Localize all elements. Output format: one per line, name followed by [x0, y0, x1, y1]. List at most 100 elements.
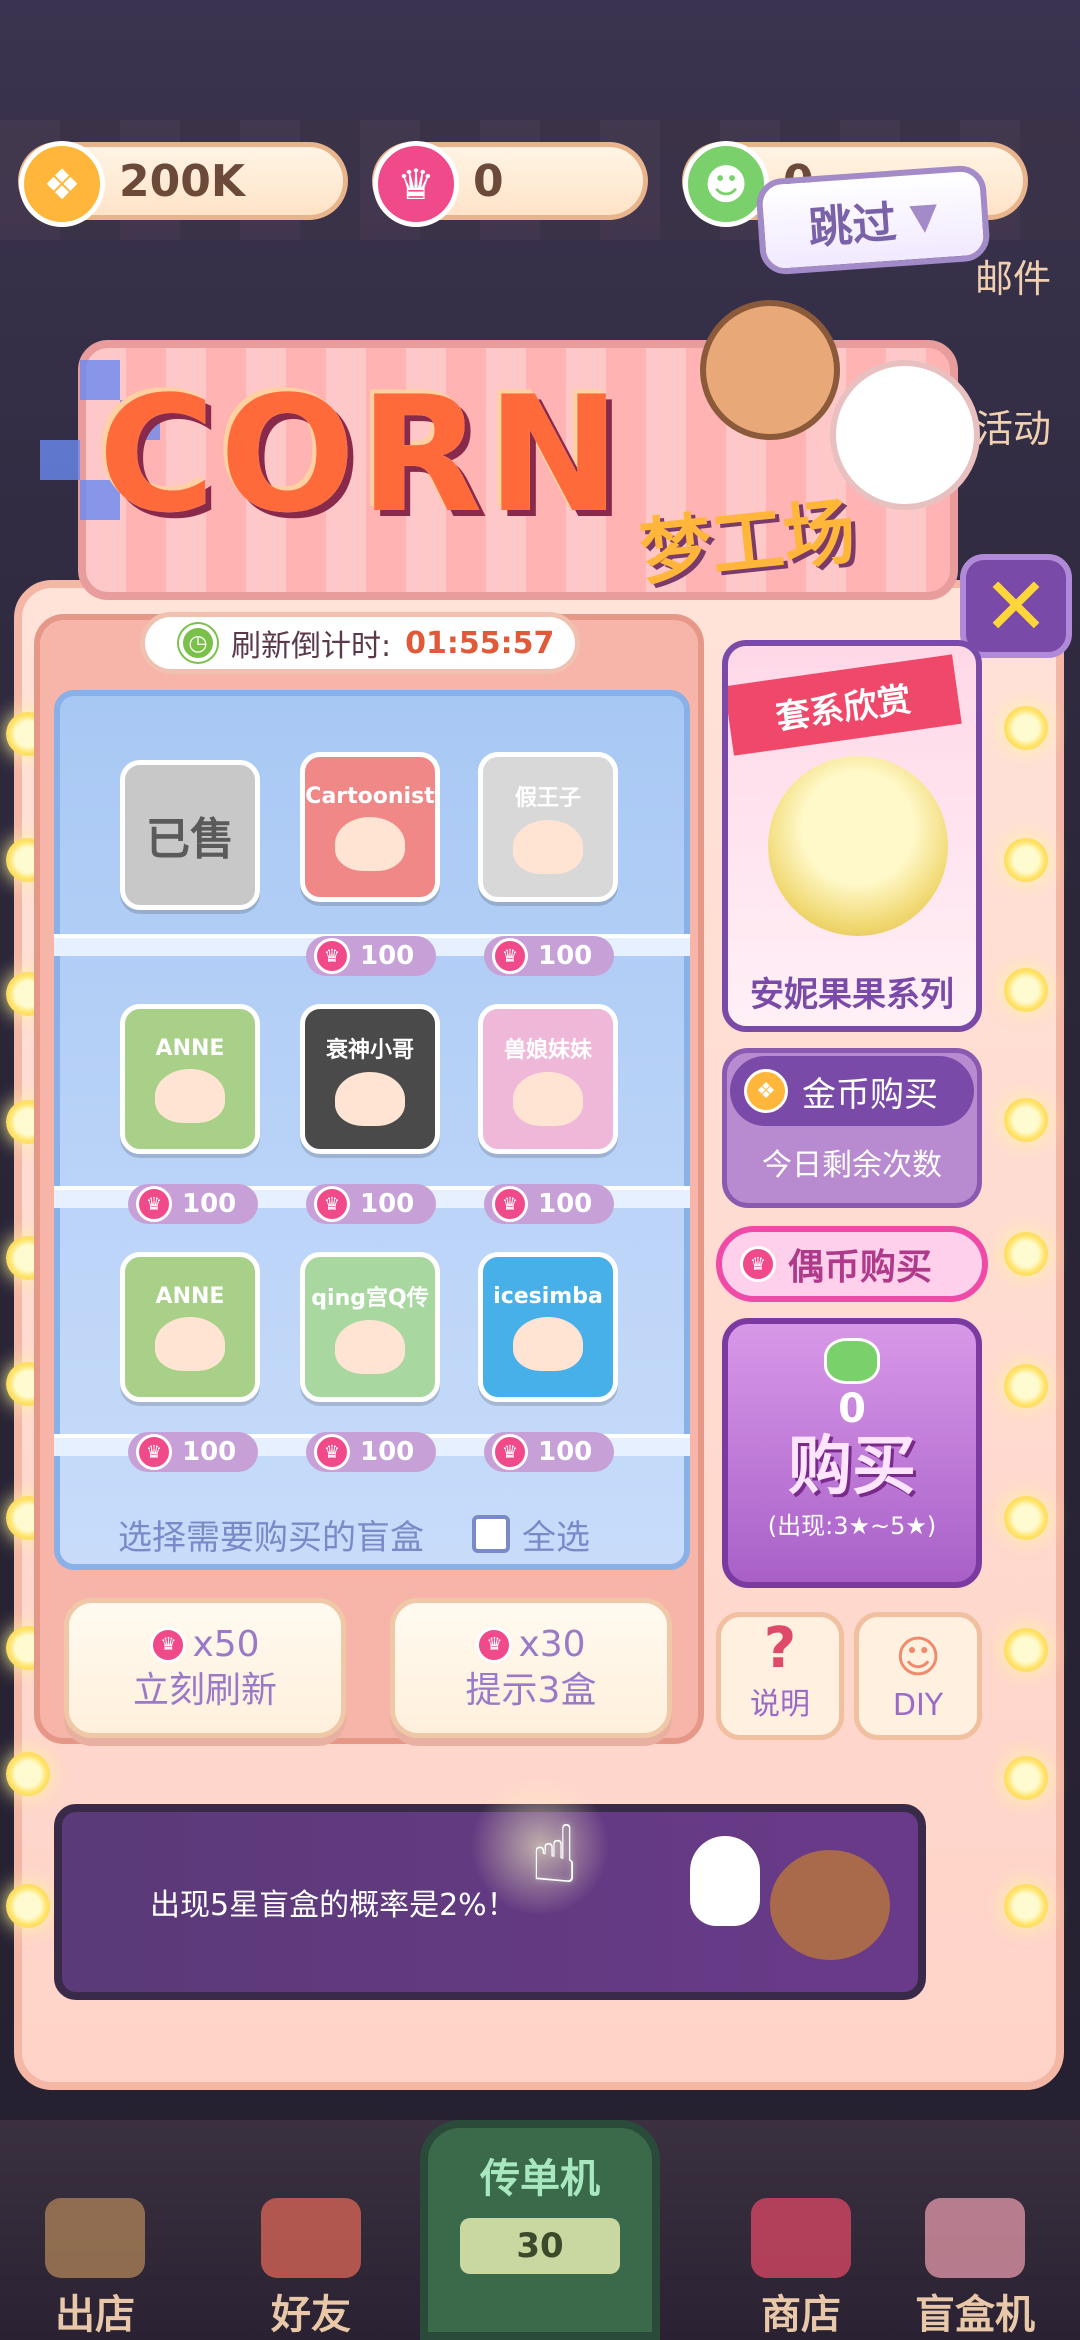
box-label: 兽娘妹妹 — [503, 1038, 592, 1063]
pointing-hand-icon: ☝ — [530, 1808, 579, 1901]
close-icon: ✕ — [982, 559, 1050, 653]
crown-counter: ♛ 0 — [372, 141, 648, 227]
price-tag: ♛ 100 — [128, 1432, 258, 1472]
logo-title: CORN — [98, 361, 625, 548]
bear-mascot — [700, 300, 840, 440]
crown-icon: ♛ — [136, 1434, 172, 1470]
series-card[interactable]: 套系欣赏 安妮果果系列 — [722, 640, 982, 1032]
blindbox-machine-icon — [925, 2198, 1025, 2278]
blindbox-5[interactable]: 衰神小哥 — [300, 1004, 440, 1154]
select-row: 选择需要购买的盲盒 全选 — [54, 1498, 690, 1570]
price-tag: ♛ 100 — [306, 1432, 436, 1472]
remaining-today: 今日剩余次数 — [762, 1148, 942, 1183]
chevron-down-icon: ▼ — [908, 195, 940, 238]
blindbox-1[interactable]: 已售 — [120, 760, 260, 910]
box-label: 已售 — [146, 814, 234, 865]
nav-blindbox[interactable]: 盲盒机 — [900, 2190, 1050, 2340]
price-tag: ♛ 100 — [128, 1184, 258, 1224]
activity-label[interactable]: 活动 — [975, 398, 1051, 453]
nav-friends[interactable]: 好友 — [236, 2190, 386, 2340]
close-button[interactable]: ✕ — [960, 554, 1072, 658]
skip-label: 跳过 — [806, 197, 899, 255]
crown-icon: ♛ — [492, 1434, 528, 1470]
gold-amount: 200K — [119, 155, 245, 207]
crown-icon: ♛ — [492, 1186, 528, 1222]
box-label: ANNE — [155, 1283, 225, 1309]
select-all-label[interactable]: 全选 — [522, 1510, 590, 1559]
flyer-count: 30 — [460, 2218, 620, 2274]
marquee-light — [1004, 1364, 1048, 1408]
flyer-machine-label: 传单机 — [480, 2156, 600, 2202]
marquee-light — [1004, 1496, 1048, 1540]
blindbox-2[interactable]: Cartoonist — [300, 752, 440, 902]
shop-icon — [751, 2198, 851, 2278]
price-tag: ♛ 100 — [484, 1432, 614, 1472]
crown-icon: ♛ — [476, 1627, 513, 1663]
blindbox-9[interactable]: icesimba — [478, 1252, 618, 1402]
bunny-mascot — [830, 360, 980, 510]
crown-icon: ♛ — [314, 1186, 350, 1222]
buy-count: 0 — [838, 1386, 866, 1432]
crown-icon: ♛ — [136, 1186, 172, 1222]
refresh-now-button[interactable]: ♛ x50 立刻刷新 — [64, 1598, 346, 1738]
buy-button[interactable]: 0 购买 (出现:3★~5★) — [722, 1318, 982, 1588]
marquee-light — [1004, 1232, 1048, 1276]
frog-icon: ☻ — [683, 141, 769, 227]
blindbox-7[interactable]: ANNE — [120, 1252, 260, 1402]
blindbox-3[interactable]: 假王子 — [478, 752, 618, 902]
doll-face — [155, 1316, 225, 1371]
crown-icon: ♛ — [740, 1246, 776, 1282]
bunny-mascot — [690, 1836, 760, 1926]
marquee-light — [1004, 838, 1048, 882]
buy-label: 购买 — [788, 1430, 916, 1504]
nav-flyer-machine[interactable]: 传单机 30 — [420, 2120, 660, 2340]
doll-face — [513, 820, 583, 874]
doll-icon: ☺ — [895, 1632, 941, 1683]
mail-label[interactable]: 邮件 — [975, 248, 1051, 303]
blindbox-8[interactable]: qing宫Q传 — [300, 1252, 440, 1402]
refresh-label: 刷新倒计时: — [231, 629, 392, 664]
nav-shop[interactable]: 商店 — [726, 2190, 876, 2340]
question-icon: ? — [763, 1616, 797, 1681]
crown-icon: ♛ — [150, 1627, 187, 1663]
hint-boxes-button[interactable]: ♛ x30 提示3盒 — [390, 1598, 672, 1738]
bear-mascot — [770, 1850, 890, 1960]
heart-icon — [261, 2198, 361, 2278]
box-label: Cartoonist — [305, 783, 435, 809]
help-button[interactable]: ? 说明 — [716, 1612, 844, 1740]
gold-coin-icon: ❖ — [19, 141, 105, 227]
doll-face — [155, 1068, 225, 1123]
gold-coin-icon: ❖ — [744, 1069, 788, 1113]
gold-counter: ❖ 200K — [18, 141, 348, 227]
select-all-checkbox[interactable] — [472, 1515, 510, 1553]
box-label: icesimba — [493, 1283, 603, 1309]
clock-icon: ◷ — [179, 624, 217, 662]
crown-icon: ♛ — [492, 938, 528, 974]
blindbox-4[interactable]: ANNE — [120, 1004, 260, 1154]
doll-face — [335, 1072, 405, 1126]
doll-face — [335, 816, 405, 871]
marquee-light — [6, 1884, 50, 1928]
skip-button[interactable]: 跳过 ▼ — [754, 164, 992, 276]
series-name: 安妮果果系列 — [750, 975, 954, 1015]
gold-buy-button[interactable]: ❖ 金币购买 — [730, 1056, 974, 1126]
marquee-light — [1004, 706, 1048, 750]
nav-store[interactable]: 出店 — [20, 2190, 170, 2340]
diy-button[interactable]: ☺ DIY — [854, 1612, 982, 1740]
doll-face — [513, 1316, 583, 1371]
box-label: ANNE — [155, 1035, 225, 1061]
refresh-time: 01:55:57 — [405, 625, 555, 661]
price-tag: ♛ 100 — [306, 1184, 436, 1224]
refresh-timer: ◷ 刷新倒计时: 01:55:57 — [140, 612, 580, 674]
box-label: 假王子 — [514, 786, 581, 811]
series-ribbon: 套系欣赏 — [728, 654, 962, 756]
idol-buy-button[interactable]: ♛ 偶币购买 — [716, 1226, 988, 1302]
hint-boxes-label: 提示3盒 — [465, 1670, 597, 1711]
marquee-light — [1004, 1628, 1048, 1672]
refresh-now-label: 立刻刷新 — [132, 1670, 277, 1711]
marquee-light — [6, 1752, 50, 1796]
crown-amount: 0 — [473, 155, 504, 207]
blindbox-6[interactable]: 兽娘妹妹 — [478, 1004, 618, 1154]
box-label: 衰神小哥 — [325, 1038, 414, 1063]
marquee-light — [1004, 1756, 1048, 1800]
